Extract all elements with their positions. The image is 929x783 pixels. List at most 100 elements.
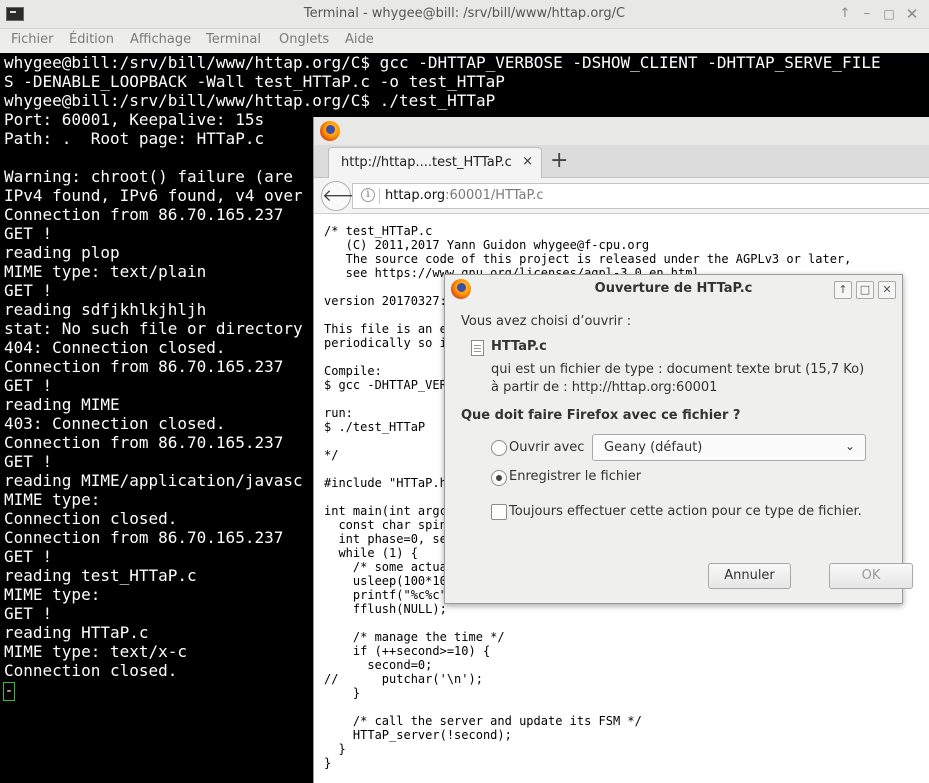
terminal-line: Connection closed.: [4, 661, 178, 680]
source-line: while (1) {: [324, 546, 418, 560]
terminal-line: Connection from 86.70.165.237: [4, 205, 284, 224]
source-line: }: [324, 742, 346, 756]
terminal-window-title: Terminal - whygee@bill: /srv/bill/www/ht…: [303, 6, 626, 21]
terminal-line: GET !: [4, 376, 53, 395]
source-line: int phase=0, sec: [324, 532, 455, 546]
ok-button[interactable]: OK: [829, 563, 913, 589]
terminal-line: MIME type:: [4, 585, 101, 604]
source-line: }: [324, 756, 332, 770]
source-line: if (++second>=10) {: [324, 644, 491, 658]
browser-tab[interactable]: http://httap....test_HTTaP.c ×: [328, 147, 542, 179]
terminal-line: reading MIME/application/javasc: [4, 471, 303, 490]
url-separator: [379, 188, 380, 204]
source-line: /* test_HTTaP.c: [324, 224, 433, 238]
window-minimize-icon[interactable]: –: [858, 5, 876, 23]
source-line: printf("%c%c": [324, 588, 447, 602]
firefox-tabstrip: http://httap....test_HTTaP.c × +: [314, 145, 929, 179]
back-button[interactable]: 🡐: [321, 181, 368, 211]
source-line: version 20170327:: [324, 294, 447, 308]
window-close-icon[interactable]: ✕: [903, 5, 921, 23]
dialog-intro: Vous avez choisi d’ouvrir :: [461, 314, 632, 329]
terminal-line: GET !: [4, 604, 53, 623]
menu-edition[interactable]: Édition: [69, 32, 114, 47]
terminal-line: S -DENABLE_LOOPBACK -Wall test_HTTaP.c -…: [4, 72, 505, 91]
menu-aide[interactable]: Aide: [345, 32, 374, 47]
source-line: $ ./test_HTTaP: [324, 420, 426, 434]
url-text: httap.org:60001/HTTaP.c: [385, 188, 544, 203]
menu-onglets[interactable]: Onglets: [279, 32, 329, 47]
firefox-navbar: 🡐 i httap.org:60001/HTTaP.c: [314, 178, 929, 214]
source-line: #include "HTTaP.h: [324, 476, 447, 490]
terminal-line: Connection from 86.70.165.237: [4, 433, 284, 452]
source-line: $ gcc -DHTTAP_VERB: [324, 378, 455, 392]
terminal-line: GET !: [4, 547, 53, 566]
dialog-question: Que doit faire Firefox avec ce fichier ?: [461, 408, 741, 423]
terminal-cursor: -: [3, 682, 15, 701]
chevron-down-icon: ⌄: [844, 439, 855, 453]
open-with-app-value: Geany (défaut): [604, 440, 703, 455]
url-bar[interactable]: i httap.org:60001/HTTaP.c: [352, 183, 929, 209]
dialog-maximize-icon[interactable]: □: [856, 281, 874, 299]
close-tab-icon[interactable]: ×: [522, 154, 533, 169]
source-line: /* manage the time */: [324, 630, 505, 644]
source-line: periodically so it: [324, 336, 455, 350]
terminal-line: 404: Connection closed.: [4, 338, 226, 357]
source-line: /* call the server and update its FSM */: [324, 714, 642, 728]
window-maximize-icon[interactable]: □: [880, 5, 898, 23]
source-line: The source code of this project is relea…: [324, 252, 852, 266]
source-line: (C) 2011,2017 Yann Guidon whygee@f-cpu.o…: [324, 238, 650, 252]
always-do-this-label[interactable]: Toujours effectuer cette action pour ce …: [509, 504, 862, 519]
terminal-line: Connection from 86.70.165.237: [4, 528, 284, 547]
firefox-logo-icon: [320, 121, 340, 141]
source-line: fflush(NULL);: [324, 602, 447, 616]
dialog-filename: HTTaP.c: [491, 339, 547, 354]
source-line: run:: [324, 406, 353, 420]
source-line: This file is an ex: [324, 322, 455, 336]
menu-affichage[interactable]: Affichage: [130, 32, 191, 47]
terminal-line: whygee@bill:/srv/bill/www/httap.org/C$ .…: [4, 91, 496, 110]
source-line: /* some actua: [324, 560, 447, 574]
terminal-line: Path: . Root page: HTTaP.c: [4, 129, 265, 148]
terminal-line: stat: No such file or directory: [4, 319, 303, 338]
url-host: httap.org: [385, 188, 446, 203]
dialog-source: à partir de : http://httap.org:60001: [491, 380, 718, 395]
source-line: HTTaP_server(!second);: [324, 728, 512, 742]
firefox-titlebar: [314, 117, 929, 145]
dialog-titlebar: Ouverture de HTTaP.c ↑ □ ✕: [445, 275, 902, 303]
terminal-line: reading HTTaP.c: [4, 623, 149, 642]
source-line: Compile:: [324, 364, 382, 378]
menu-fichier[interactable]: Fichier: [11, 32, 54, 47]
open-with-radio[interactable]: [491, 440, 507, 456]
open-with-label[interactable]: Ouvrir avec: [509, 440, 584, 455]
source-line: // putchar('\n');: [324, 672, 483, 686]
text-file-icon: [471, 340, 484, 356]
always-do-this-checkbox[interactable]: [491, 504, 507, 520]
terminal-menubar: Fichier Édition Affichage Terminal Ongle…: [0, 29, 929, 53]
terminal-line: MIME type:: [4, 490, 101, 509]
dialog-filetype: qui est un fichier de type : document te…: [491, 362, 865, 377]
terminal-line: reading plop: [4, 243, 120, 262]
info-icon[interactable]: i: [361, 188, 375, 202]
dialog-keep-above-icon[interactable]: ↑: [834, 281, 852, 299]
terminal-line: reading MIME: [4, 395, 120, 414]
terminal-line: IPv4 found, IPv6 found, v4 over: [4, 186, 303, 205]
dialog-close-icon[interactable]: ✕: [878, 281, 896, 299]
source-line: usleep(100*100: [324, 574, 455, 588]
terminal-line: whygee@bill:/srv/bill/www/httap.org/C$ g…: [4, 53, 881, 72]
window-keep-above-icon[interactable]: ↑: [836, 5, 854, 23]
source-line: int main(int argc: [324, 504, 447, 518]
terminal-line: Connection from 86.70.165.237: [4, 357, 284, 376]
open-with-app-select[interactable]: Geany (défaut) ⌄: [592, 434, 866, 461]
terminal-line: MIME type: text/plain: [4, 262, 207, 281]
save-file-label[interactable]: Enregistrer le fichier: [509, 469, 641, 484]
browser-tab-title: http://httap....test_HTTaP.c: [341, 155, 512, 170]
menu-terminal[interactable]: Terminal: [206, 32, 261, 47]
terminal-line: reading test_HTTaP.c: [4, 566, 197, 585]
terminal-line: GET !: [4, 224, 53, 243]
url-path: :60001/HTTaP.c: [445, 188, 544, 203]
new-tab-icon[interactable]: +: [550, 148, 568, 173]
save-file-radio[interactable]: [491, 470, 507, 486]
source-line: second=0;: [324, 658, 433, 672]
terminal-line: Warning: chroot() failure (are: [4, 167, 293, 186]
cancel-button[interactable]: Annuler: [708, 563, 791, 589]
